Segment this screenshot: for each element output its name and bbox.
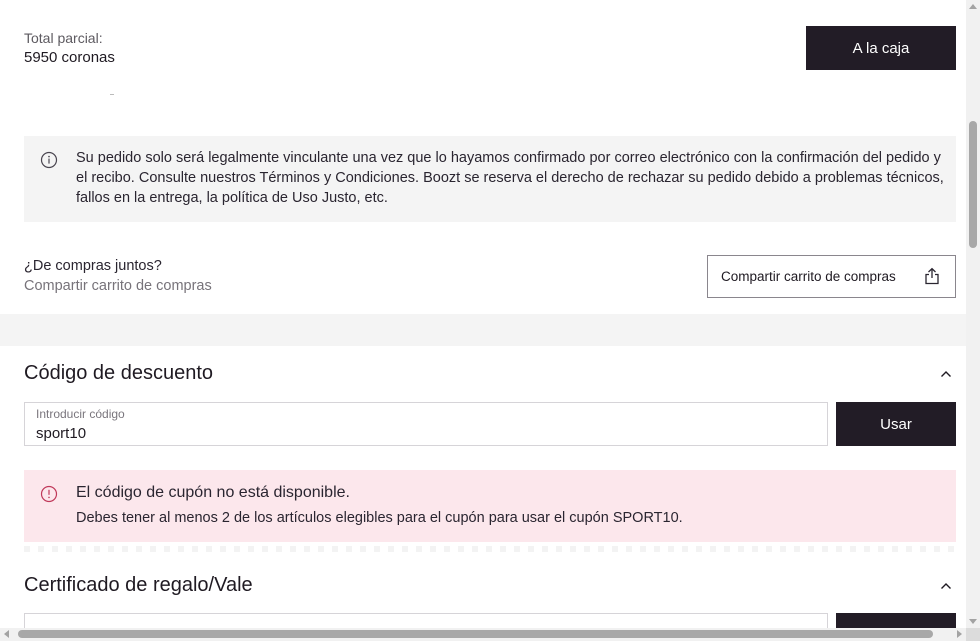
coupon-error-message: Debes tener al menos 2 de los artículos …	[76, 510, 683, 526]
chevron-up-icon[interactable]	[938, 366, 954, 382]
info-icon	[40, 151, 58, 169]
legal-notice-text: Su pedido solo será legalmente vinculant…	[76, 150, 944, 206]
cart-page: Total parcial: 5950 coronas A la caja Su…	[0, 0, 966, 628]
chevron-up-icon[interactable]	[938, 578, 954, 594]
vertical-scroll-thumb[interactable]	[969, 121, 977, 248]
discount-code-field[interactable]: Introducir código	[24, 402, 828, 446]
vertical-scrollbar[interactable]	[966, 0, 980, 628]
gift-title: Certificado de regalo/Vale	[24, 574, 253, 596]
alert-circle-icon	[40, 485, 58, 503]
coupon-error-title: El código de cupón no está disponible.	[76, 484, 350, 501]
divider	[24, 546, 956, 552]
scroll-up-arrow-icon[interactable]	[969, 4, 977, 9]
share-icon	[925, 267, 939, 285]
share-subtitle: Compartir carrito de compras	[24, 278, 212, 294]
gift-code-field[interactable]	[24, 613, 828, 628]
subtotal-block: Total parcial: 5950 coronas	[24, 28, 115, 68]
scrollbar-corner	[966, 628, 980, 641]
subtotal-label: Total parcial:	[24, 30, 103, 46]
checkout-button[interactable]: A la caja	[806, 26, 956, 70]
scroll-down-arrow-icon[interactable]	[969, 619, 977, 624]
share-cart-button-label: Compartir carrito de compras	[721, 269, 896, 284]
horizontal-scrollbar[interactable]	[0, 628, 966, 641]
share-question: ¿De compras juntos?	[24, 258, 162, 274]
horizontal-scroll-thumb[interactable]	[18, 630, 933, 638]
coupon-error: El código de cupón no está disponible. D…	[24, 470, 956, 542]
scroll-right-arrow-icon[interactable]	[957, 630, 962, 638]
scroll-left-arrow-icon[interactable]	[4, 630, 9, 638]
divider	[110, 94, 114, 95]
subtotal-value: 5950 coronas	[24, 49, 115, 66]
share-cart-button[interactable]: Compartir carrito de compras	[707, 255, 956, 298]
discount-code-input[interactable]	[36, 423, 796, 443]
legal-notice: Su pedido solo será legalmente vinculant…	[24, 136, 956, 222]
section-separator	[0, 314, 966, 346]
discount-title: Código de descuento	[24, 362, 214, 384]
discount-code-label: Introducir código	[36, 407, 125, 421]
gift-apply-button[interactable]	[836, 613, 956, 628]
apply-code-button[interactable]: Usar	[836, 402, 956, 446]
